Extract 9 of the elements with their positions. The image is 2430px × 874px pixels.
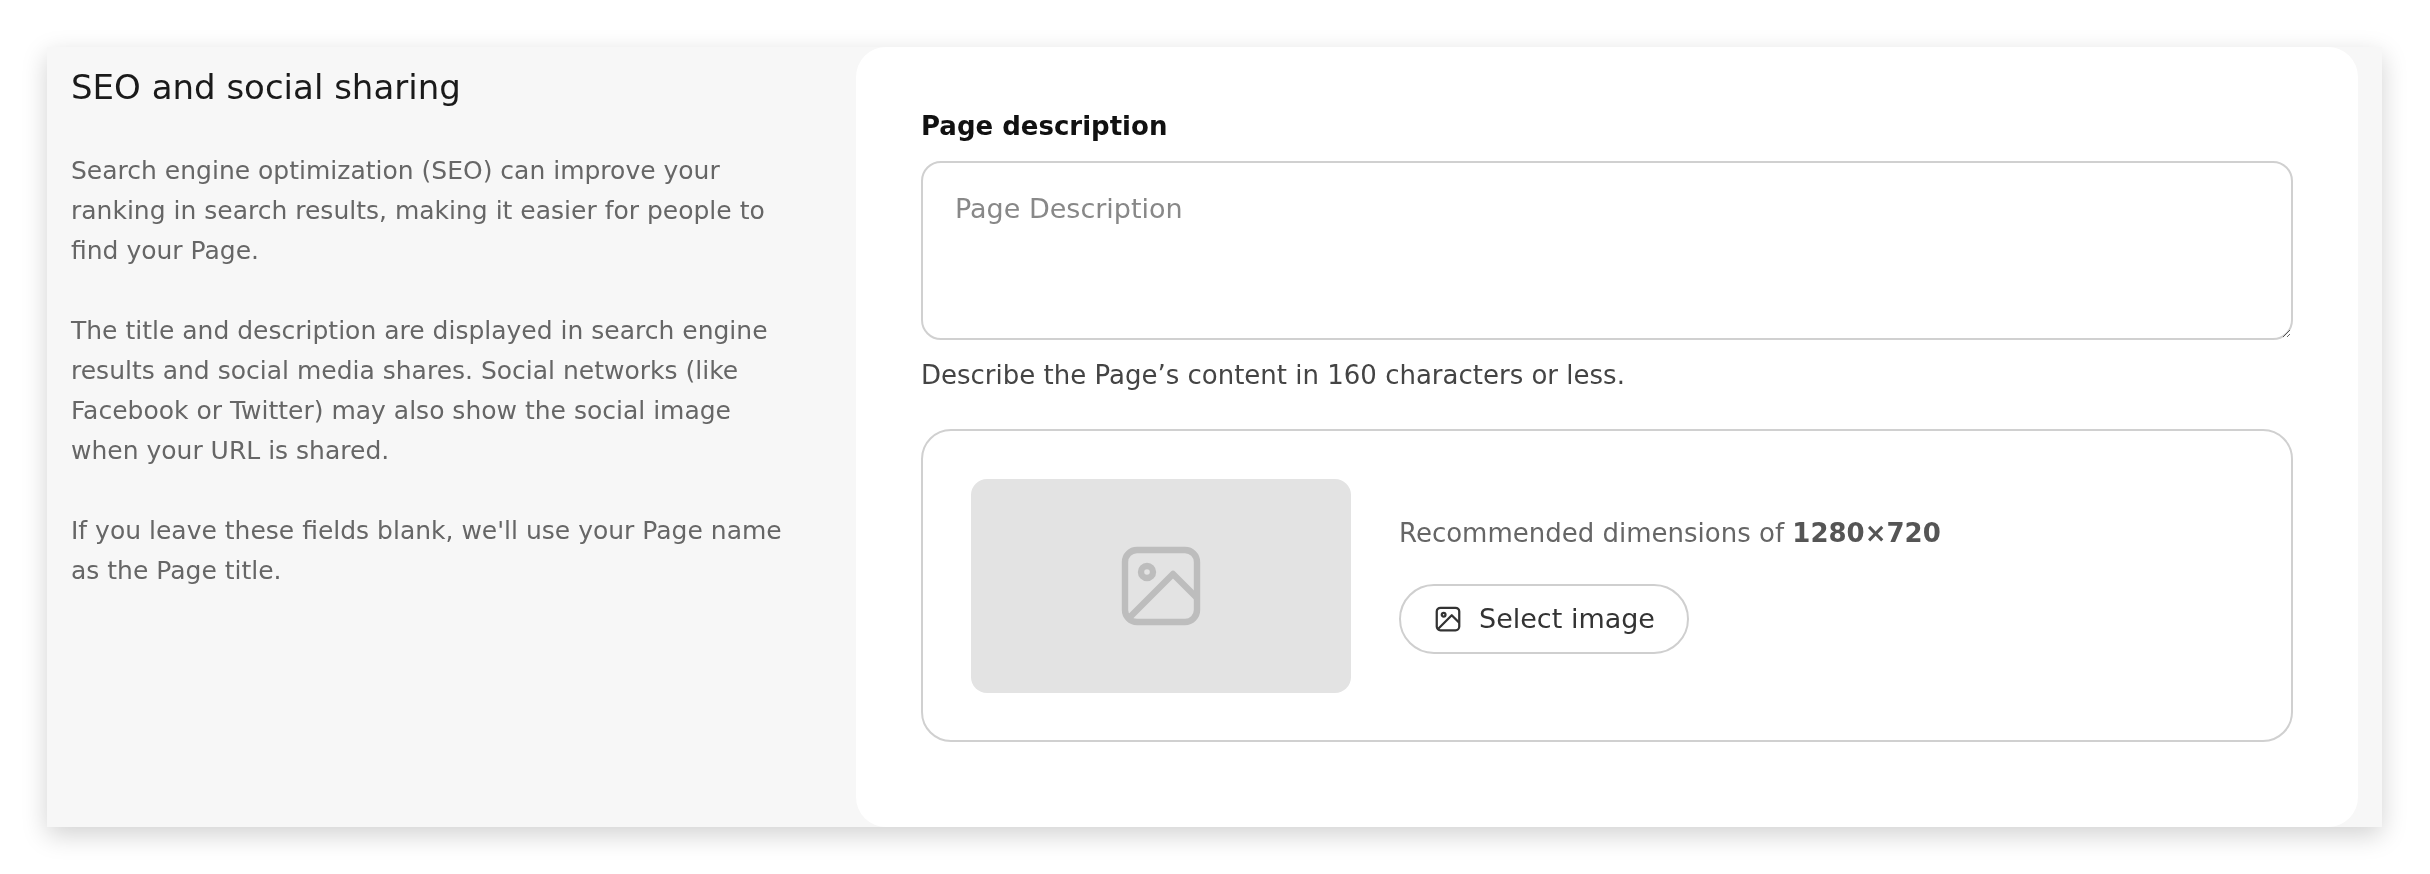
section-title: SEO and social sharing [71,67,462,107]
help-text: Describe the Page’s content in 160 characters or less. [921,360,1626,390]
section-description: Search engine optimization (SEO) can improve your ranking in search results, making it easier for people to find your Page. [71,155,766,267]
dimensions-hint: Recommended dimensions of 1280×720 [1399,517,1941,548]
field-label: Page description [921,111,1169,141]
description-field[interactable]: Page Description [921,161,2293,340]
section-description: The title and description are displayed in search engine results and social media shares. Social networks (like Facebook or Twitter) may also show the social image when your URL is shared. [71,315,769,467]
select-image-button[interactable]: Select image [1399,583,1689,654]
section-description: If you leave these fields blank, we'll use your Page name as the Page title. [71,515,783,587]
